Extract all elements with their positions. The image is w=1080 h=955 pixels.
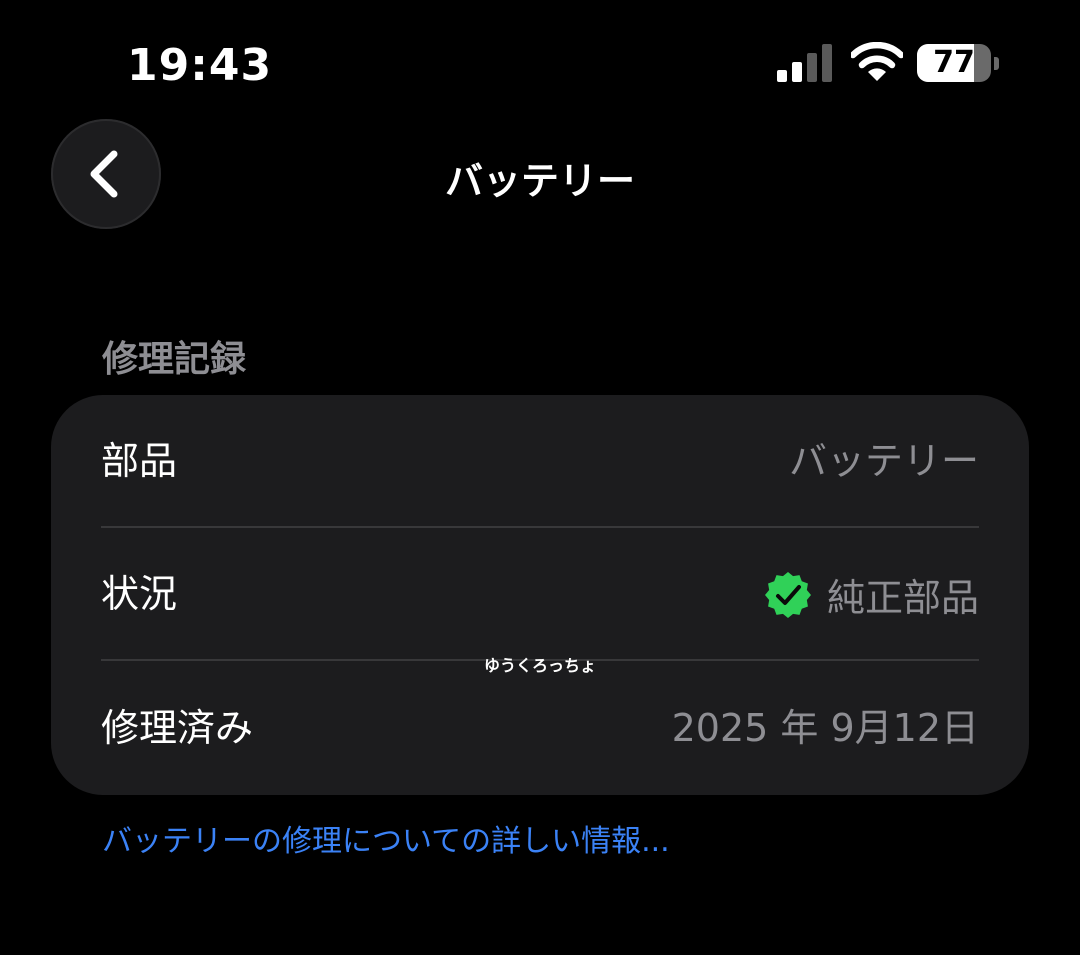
row-label-part: 部品	[101, 439, 178, 483]
row-status: 状況 純正部品	[101, 528, 1029, 661]
row-value-status: 純正部品	[826, 576, 979, 620]
back-button[interactable]	[51, 119, 161, 229]
page-title: バッテリー	[444, 159, 635, 203]
verified-check-icon	[764, 571, 811, 618]
wifi-icon	[851, 42, 903, 81]
battery-icon: 77	[917, 44, 1001, 84]
section-header: 修理記録	[102, 339, 247, 380]
status-time: 19:43	[127, 40, 273, 91]
row-value-repaired: 2025 年 9月12日	[671, 706, 979, 750]
row-repaired-date: 修理済み 2025 年 9月12日	[101, 662, 1029, 795]
chevron-left-icon	[90, 150, 118, 198]
status-bar: 19:43 77	[0, 0, 1080, 120]
battery-level: 77	[933, 45, 975, 80]
status-value: 純正部品	[763, 528, 979, 661]
row-label-repaired: 修理済み	[101, 706, 254, 750]
repair-history-card: 部品 バッテリー 状況 純正部品 修理済み 2025 年 9月12日	[51, 395, 1029, 795]
battery-repair-info-link[interactable]: バッテリーの修理についての詳しい情報...	[102, 816, 670, 860]
row-label-status: 状況	[101, 572, 178, 616]
row-value-part: バッテリー	[788, 439, 979, 483]
cellular-signal-icon	[777, 44, 832, 82]
row-part: 部品 バッテリー	[101, 395, 1029, 528]
watermark-text: ゆうくろっちょ	[483, 656, 596, 675]
